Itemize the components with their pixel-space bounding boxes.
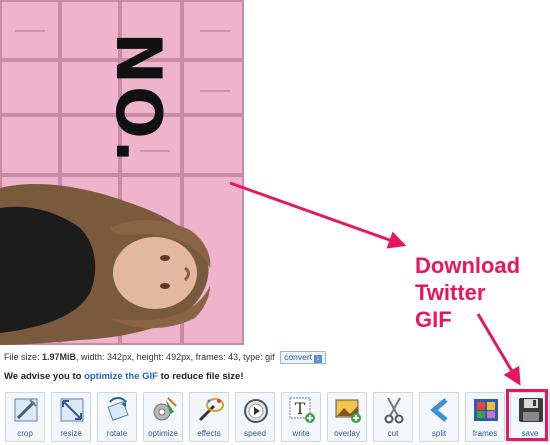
optimize-gif-link[interactable]: optimize the GIF xyxy=(84,371,158,382)
gif-preview: NO. xyxy=(0,0,244,345)
tool-label: overlay xyxy=(334,429,360,438)
speed-icon xyxy=(244,399,268,423)
tool-label: write xyxy=(292,429,310,438)
frames-icon xyxy=(474,399,498,421)
write-icon: T xyxy=(289,397,315,423)
effects-tool-button[interactable]: effects xyxy=(189,392,229,442)
tool-label: speed xyxy=(244,429,266,438)
save-highlight-box xyxy=(506,389,548,441)
tool-label: frames xyxy=(472,429,498,438)
resize-tool-button[interactable]: resize xyxy=(51,392,91,442)
resize-icon xyxy=(60,398,84,422)
cut-tool-button[interactable]: cut xyxy=(373,392,413,442)
write-tool-button[interactable]: T write xyxy=(281,392,321,442)
tool-label: optimize xyxy=(148,429,178,438)
optimize-icon xyxy=(153,397,177,421)
download-arrow-icon: ↓ xyxy=(314,355,323,363)
split-icon xyxy=(430,398,448,422)
speed-tool-button[interactable]: speed xyxy=(235,392,275,442)
advice-text-before: We advise you to xyxy=(4,371,85,382)
overlay-tool-button[interactable]: overlay xyxy=(327,392,367,442)
crop-icon xyxy=(14,398,38,422)
crop-tool-button[interactable]: crop xyxy=(5,392,45,442)
file-info: File size: 1.97MiB, width: 342px, height… xyxy=(4,351,327,364)
convert-label: convert xyxy=(284,352,313,362)
annotation-line: GIF xyxy=(415,307,452,332)
tool-label: effects xyxy=(197,429,221,438)
optimize-advice: We advise you to optimize the GIF to red… xyxy=(4,371,244,382)
file-size-value: 1.97MiB xyxy=(42,351,77,362)
effects-icon xyxy=(198,398,224,422)
annotation-line: Download xyxy=(415,253,521,278)
cut-icon xyxy=(384,397,404,424)
tool-label: resize xyxy=(60,429,82,438)
rotate-tool-button[interactable]: rotate xyxy=(97,392,137,442)
file-dimensions-text: , width: 342px, height: 492px, frames: 4… xyxy=(76,351,275,362)
tool-label: cut xyxy=(387,429,399,438)
advice-text-after: to reduce file size! xyxy=(157,371,244,382)
rotate-icon xyxy=(107,397,129,421)
svg-text:T: T xyxy=(295,399,306,418)
overlay-icon xyxy=(335,399,361,423)
download-annotation: Download Twitter GIF xyxy=(415,252,520,333)
file-size-label: File size: xyxy=(4,351,43,362)
overlay-text: NO. xyxy=(101,32,175,165)
annotation-line: Twitter xyxy=(415,280,486,305)
frames-tool-button[interactable]: frames xyxy=(465,392,505,442)
optimize-tool-button[interactable]: optimize xyxy=(143,392,183,442)
tool-label: crop xyxy=(17,429,33,438)
person-figure xyxy=(0,183,211,345)
tool-label: split xyxy=(431,429,447,438)
arrow-to-preview xyxy=(229,181,407,249)
tool-label: rotate xyxy=(106,429,128,438)
convert-button[interactable]: convert ↓ xyxy=(280,351,327,364)
split-tool-button[interactable]: split xyxy=(419,392,459,442)
